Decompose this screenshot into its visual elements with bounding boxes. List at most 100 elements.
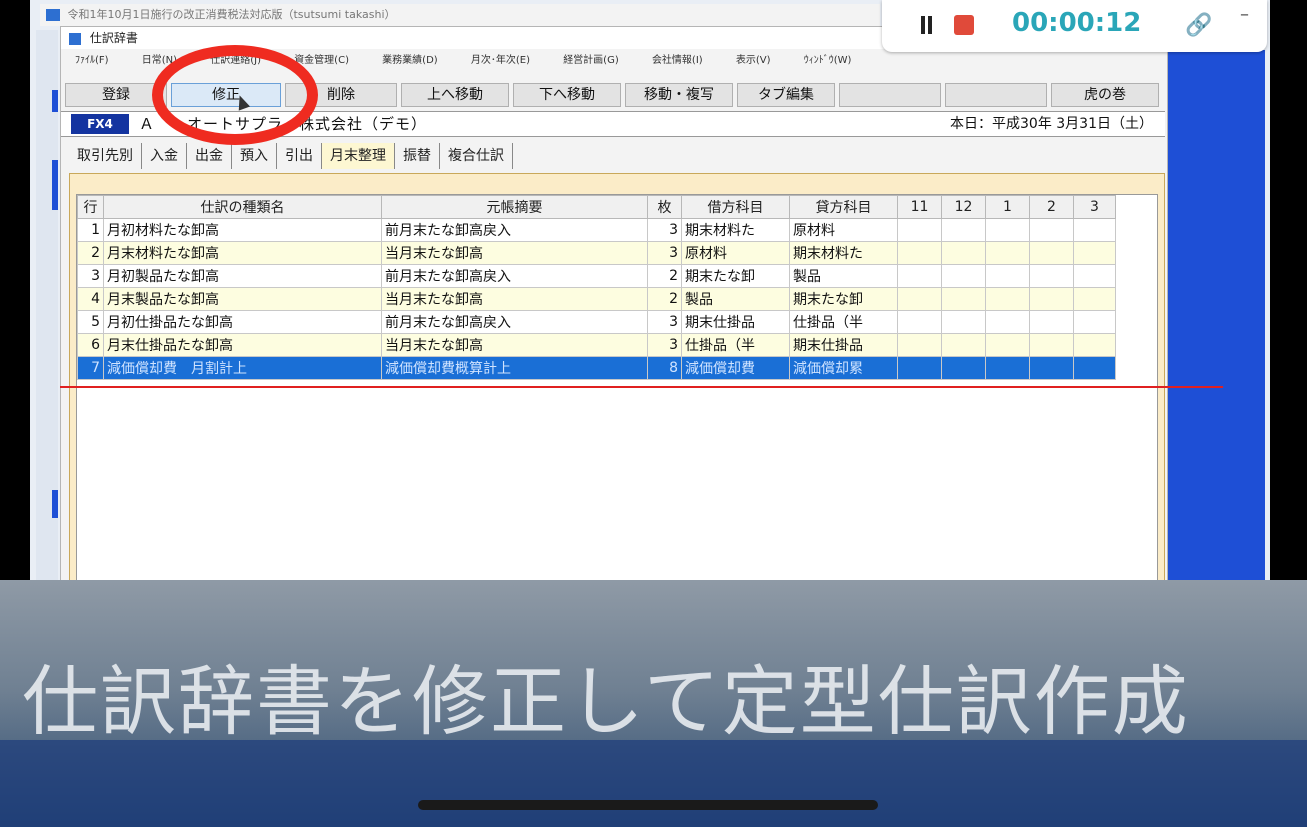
move-up-button[interactable]: 上へ移動 — [401, 83, 509, 107]
cell-month — [941, 310, 986, 334]
cell-month — [1029, 333, 1074, 357]
cell-month — [985, 310, 1030, 334]
menu-company[interactable]: 会社情報(I) — [652, 55, 703, 66]
dictionary-panel: 行 仕訳の種類名 元帳摘要 枚 借方科目 貸方科目 11 12 1 2 3 1 … — [69, 173, 1165, 595]
tab-edit-button[interactable]: タブ編集 — [737, 83, 835, 107]
cell-type-name: 月末材料たな卸高 — [103, 241, 382, 265]
cell-month — [1029, 287, 1074, 311]
video-caption: 仕訳辞書を修正して定型仕訳作成 — [22, 657, 1190, 746]
table-row[interactable]: 3 月初製品たな卸高 前月末たな卸高戻入 2 期末たな卸 製品 — [77, 264, 1116, 288]
table-row[interactable]: 6 月末仕掛品たな卸高 当月末たな卸高 3 仕掛品（半 期末仕掛品 — [77, 333, 1116, 357]
header-month-1: 1 — [985, 195, 1030, 219]
cell-credit: 期末仕掛品 — [789, 333, 898, 357]
product-badge: FX4 — [71, 114, 129, 134]
cell-month — [1073, 356, 1116, 380]
cell-month — [1029, 356, 1074, 380]
outer-window-title: 令和1年10月1日施行の改正消費税法対応版（tsutsumi takashi） — [67, 8, 396, 21]
cell-month — [941, 218, 986, 242]
cell-ledger-memo: 当月末たな卸高 — [381, 287, 648, 311]
move-copy-button[interactable]: 移動・複写 — [625, 83, 733, 107]
cell-month — [985, 333, 1030, 357]
app-icon — [46, 9, 60, 21]
cell-month — [1029, 264, 1074, 288]
journal-table: 行 仕訳の種類名 元帳摘要 枚 借方科目 貸方科目 11 12 1 2 3 1 … — [77, 195, 1116, 380]
tab-transfer[interactable]: 振替 — [395, 143, 440, 169]
table-row[interactable]: 5 月初仕掛品たな卸高 前月末たな卸高戻入 3 期末仕掛品 仕掛品（半 — [77, 310, 1116, 334]
cell-debit: 原材料 — [681, 241, 790, 265]
pause-icon[interactable] — [920, 16, 934, 34]
home-indicator[interactable] — [418, 800, 878, 810]
cell-type-name: 月初製品たな卸高 — [103, 264, 382, 288]
menu-planning[interactable]: 経営計画(G) — [563, 55, 619, 66]
tab-withdrawal[interactable]: 引出 — [277, 143, 322, 169]
header-row-no: 行 — [77, 195, 104, 219]
menu-monthly[interactable]: 月次･年次(E) — [471, 55, 530, 66]
tab-compound[interactable]: 複合仕訳 — [440, 143, 513, 169]
blank-button-1[interactable] — [839, 83, 941, 107]
tab-deposit-in[interactable]: 入金 — [142, 143, 187, 169]
cell-month — [985, 264, 1030, 288]
cell-month — [1073, 310, 1116, 334]
cell-ledger-memo: 前月末たな卸高戻入 — [381, 264, 648, 288]
menu-window[interactable]: ｳｨﾝﾄﾞｳ(W) — [804, 55, 852, 66]
cell-ledger-memo: 当月末たな卸高 — [381, 241, 648, 265]
cell-ledger-memo: 当月末たな卸高 — [381, 333, 648, 357]
header-type-name: 仕訳の種類名 — [103, 195, 382, 219]
cell-month — [985, 241, 1030, 265]
menu-view[interactable]: 表示(V) — [736, 55, 771, 66]
tab-month-end[interactable]: 月末整理 — [322, 143, 395, 169]
cell-month — [897, 287, 942, 311]
table-row[interactable]: 2 月末材料たな卸高 当月末たな卸高 3 原材料 期末材料た — [77, 241, 1116, 265]
dialog-title: 仕訳辞書 — [89, 31, 138, 45]
cell-row-no: 5 — [77, 310, 104, 334]
tab-by-customer[interactable]: 取引先別 — [69, 143, 142, 169]
cell-month — [985, 218, 1030, 242]
cell-ledger-memo: 減価償却費概算計上 — [381, 356, 648, 380]
cell-credit: 製品 — [789, 264, 898, 288]
cell-credit: 期末たな卸 — [789, 287, 898, 311]
cell-month — [897, 333, 942, 357]
cell-count: 2 — [647, 264, 682, 288]
cell-month — [985, 356, 1030, 380]
cell-month — [941, 287, 986, 311]
cell-month — [985, 287, 1030, 311]
blank-button-2[interactable] — [945, 83, 1047, 107]
recording-timer: 00:00:12 — [1012, 8, 1142, 38]
left-strip — [36, 30, 58, 590]
cell-month — [1073, 333, 1116, 357]
table-header-row: 行 仕訳の種類名 元帳摘要 枚 借方科目 貸方科目 11 12 1 2 3 — [77, 195, 1116, 219]
cell-type-name: 月初仕掛品たな卸高 — [103, 310, 382, 334]
cell-count: 3 — [647, 310, 682, 334]
cell-month — [897, 264, 942, 288]
cell-credit: 仕掛品（半 — [789, 310, 898, 334]
cell-month — [1073, 218, 1116, 242]
cell-month — [941, 333, 986, 357]
cell-month — [941, 264, 986, 288]
menu-business[interactable]: 業務業績(D) — [382, 55, 438, 66]
cell-debit: 製品 — [681, 287, 790, 311]
table-row[interactable]: 4 月末製品たな卸高 当月末たな卸高 2 製品 期末たな卸 — [77, 287, 1116, 311]
menu-file[interactable]: ﾌｧｲﾙ(F) — [75, 55, 109, 66]
header-month-11: 11 — [897, 195, 942, 219]
journal-table-container: 行 仕訳の種類名 元帳摘要 枚 借方科目 貸方科目 11 12 1 2 3 1 … — [76, 194, 1158, 586]
table-row[interactable]: 1 月初材料たな卸高 前月末たな卸高戻入 3 期末材料た 原材料 — [77, 218, 1116, 242]
move-down-button[interactable]: 下へ移動 — [513, 83, 621, 107]
tab-bank-deposit[interactable]: 預入 — [232, 143, 277, 169]
cell-month — [941, 356, 986, 380]
cell-count: 3 — [647, 218, 682, 242]
cell-row-no: 3 — [77, 264, 104, 288]
minimize-icon[interactable]: – — [1240, 4, 1249, 25]
link-icon[interactable]: 🔗 — [1185, 13, 1212, 38]
app-icon — [69, 32, 81, 45]
cell-debit: 期末たな卸 — [681, 264, 790, 288]
menu-funds[interactable]: 資金管理(C) — [294, 55, 349, 66]
cell-month — [897, 241, 942, 265]
cell-month — [1029, 310, 1074, 334]
table-row-selected[interactable]: 7 減価償却費 月割計上 減価償却費概算計上 8 減価償却費 減価償却累 — [77, 356, 1116, 380]
tora-no-maki-button[interactable]: 虎の巻 — [1051, 83, 1159, 107]
tab-payment-out[interactable]: 出金 — [187, 143, 232, 169]
cell-ledger-memo: 前月末たな卸高戻入 — [381, 310, 648, 334]
stop-icon[interactable] — [954, 15, 974, 35]
red-circle-annotation — [152, 45, 318, 145]
cell-count: 2 — [647, 287, 682, 311]
